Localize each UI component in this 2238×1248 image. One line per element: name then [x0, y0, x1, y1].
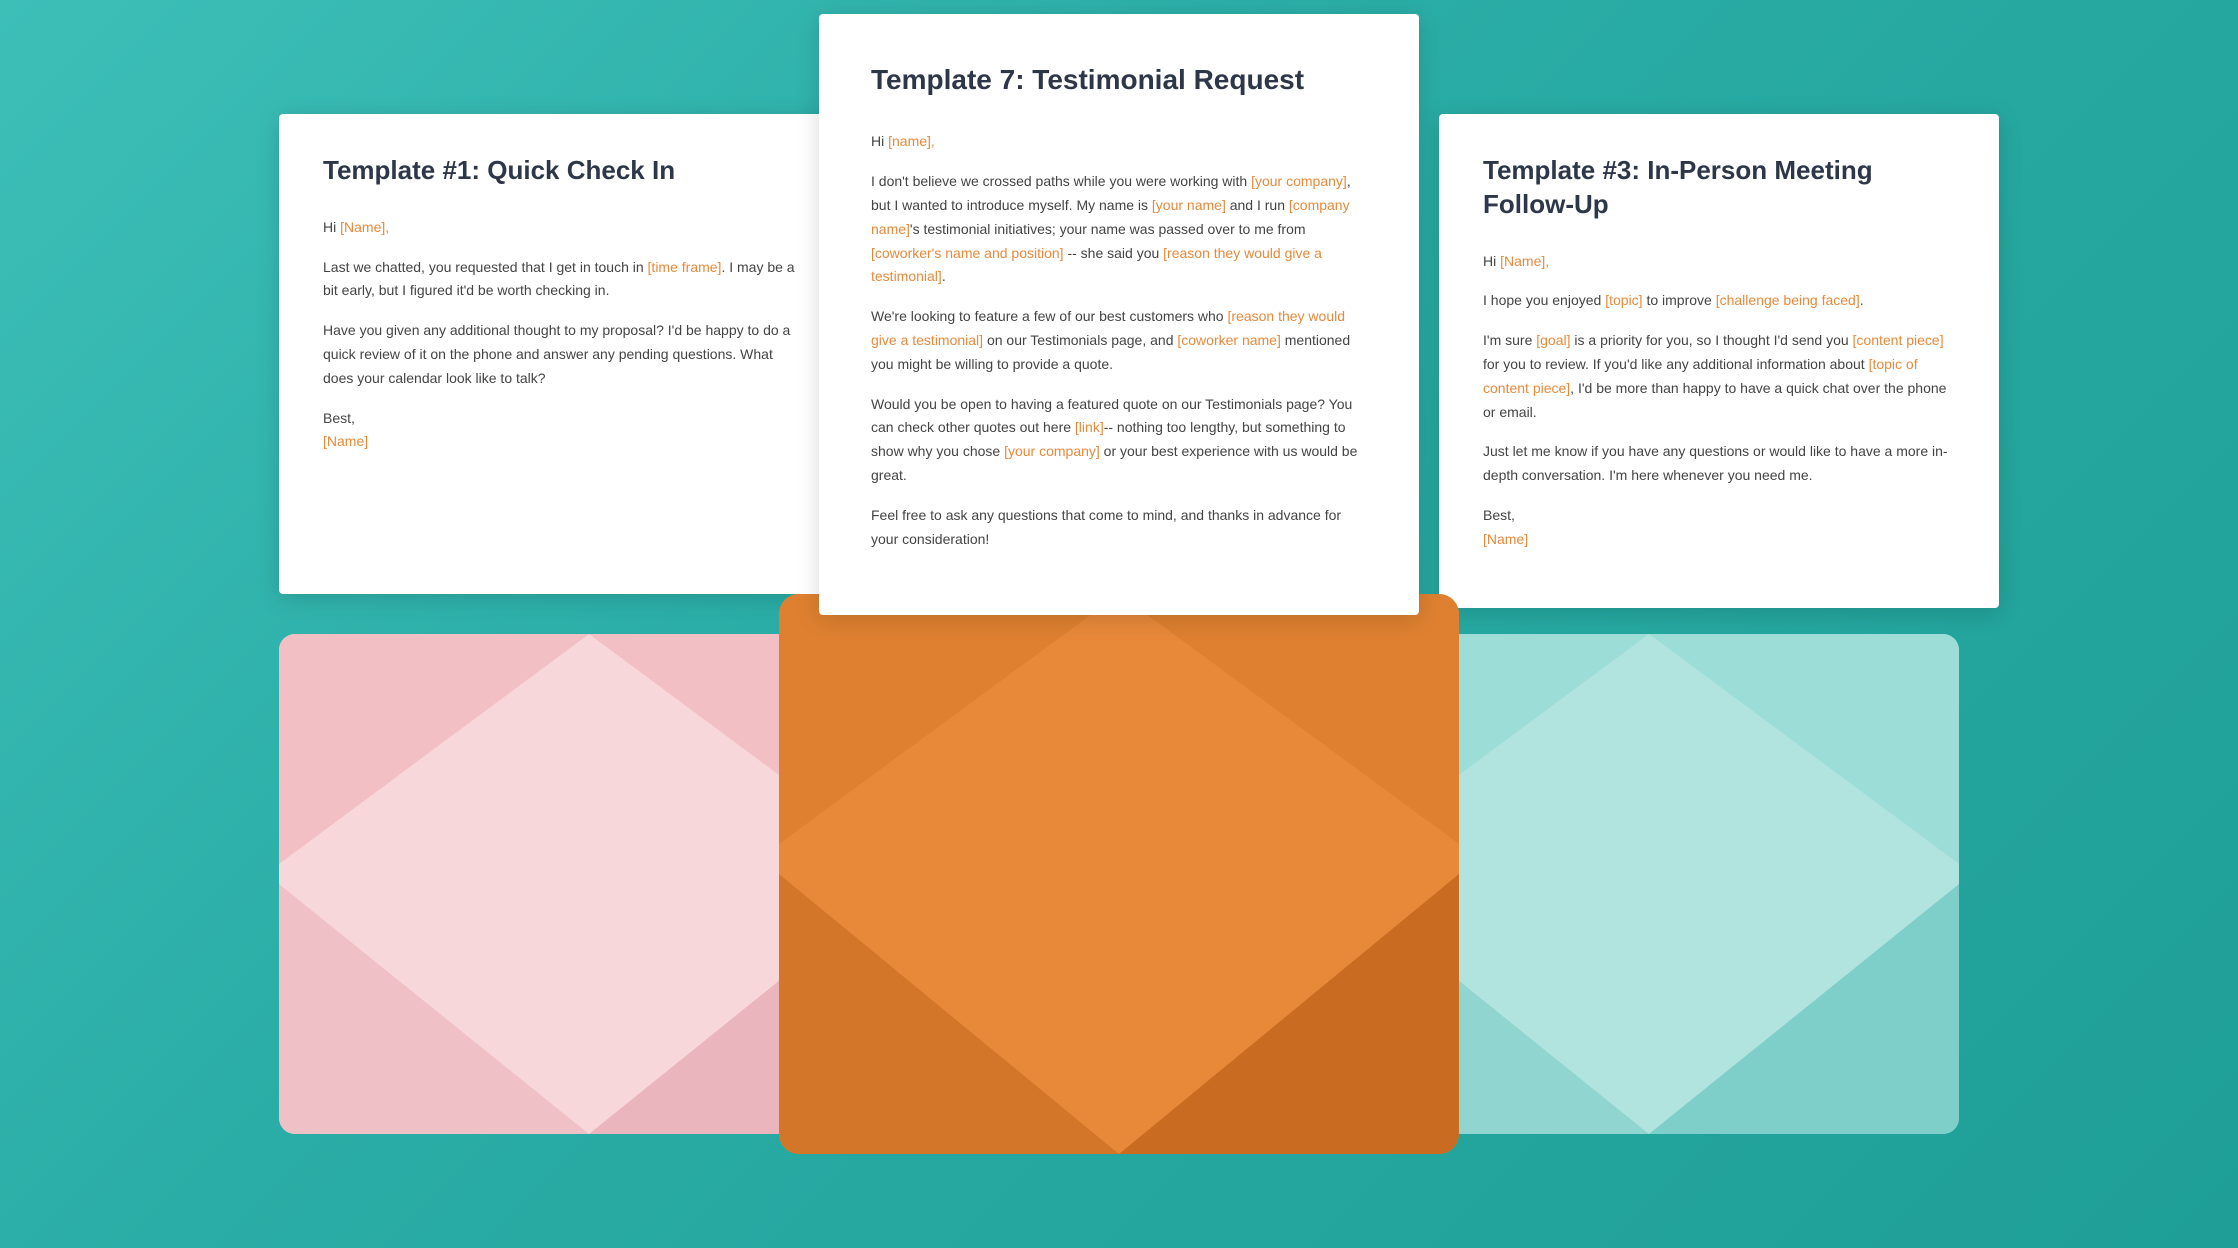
letter-left-p2: Have you given any additional thought to… — [323, 319, 795, 390]
placeholder-name-center: [name], — [888, 133, 935, 149]
letter-right-p1: I hope you enjoyed [topic] to improve [c… — [1483, 289, 1955, 313]
letter-right-signoff: Best, [Name] — [1483, 504, 1955, 552]
letter-card-right: Template #3: In-Person Meeting Follow-Up… — [1439, 114, 1999, 608]
placeholder-coworker-name-position: [coworker's name and position] — [871, 245, 1064, 261]
placeholder-your-name-1: [your name] — [1152, 197, 1226, 213]
placeholder-topic: [topic] — [1605, 292, 1642, 308]
letter-right-title: Template #3: In-Person Meeting Follow-Up — [1483, 154, 1955, 222]
placeholder-company-name: [company name] — [871, 197, 1350, 237]
placeholder-content-piece: [content piece] — [1853, 332, 1944, 348]
placeholder-link: [link] — [1075, 419, 1104, 435]
letter-right-p2: I'm sure [goal] is a priority for you, s… — [1483, 329, 1955, 424]
placeholder-your-company-1: [your company] — [1251, 173, 1347, 189]
letter-center-p2: We're looking to feature a few of our be… — [871, 305, 1367, 376]
letter-card-left: Template #1: Quick Check In Hi [Name], L… — [279, 114, 839, 594]
letter-center-p3: Would you be open to having a featured q… — [871, 393, 1367, 488]
placeholder-signoff-name-left: [Name] — [323, 433, 368, 449]
placeholder-time-frame: [time frame] — [648, 259, 722, 275]
placeholder-your-company-2: [your company] — [1004, 443, 1100, 459]
envelope-left-bottom-left-flap — [279, 884, 589, 1134]
letter-left-p1: Last we chatted, you requested that I ge… — [323, 256, 795, 304]
letter-center-title: Template 7: Testimonial Request — [871, 62, 1367, 98]
letter-center-p1: I don't believe we crossed paths while y… — [871, 170, 1367, 289]
placeholder-name-left: [Name], — [340, 219, 389, 235]
letter-center-salutation: Hi [name], — [871, 130, 1367, 154]
placeholder-goal: [goal] — [1536, 332, 1570, 348]
letter-right-body: Hi [Name], I hope you enjoyed [topic] to… — [1483, 250, 1955, 552]
letter-left-title: Template #1: Quick Check In — [323, 154, 795, 188]
envelope-right-bottom-right-flap — [1649, 884, 1959, 1134]
envelope-center-bottom-right-flap — [1119, 874, 1459, 1154]
letter-card-center: Template 7: Testimonial Request Hi [name… — [819, 14, 1419, 615]
scene: Template #1: Quick Check In Hi [Name], L… — [219, 74, 2019, 1174]
placeholder-name-right: [Name], — [1500, 253, 1549, 269]
envelope-center-bottom-left-flap — [779, 874, 1119, 1154]
envelope-center — [779, 594, 1459, 1154]
letter-center-p4: Feel free to ask any questions that come… — [871, 504, 1367, 552]
letter-right-salutation: Hi [Name], — [1483, 250, 1955, 274]
placeholder-topic-content: [topic of content piece] — [1483, 356, 1918, 396]
letter-right-p3: Just let me know if you have any questio… — [1483, 440, 1955, 488]
placeholder-challenge: [challenge being faced] — [1716, 292, 1860, 308]
envelope-center-wrapper — [779, 594, 1459, 1154]
placeholder-coworker-name: [coworker name] — [1177, 332, 1280, 348]
envelope-center-top-flap — [779, 594, 1459, 844]
letter-left-body: Hi [Name], Last we chatted, you requeste… — [323, 216, 795, 454]
letter-center-body: Hi [name], I don't believe we crossed pa… — [871, 130, 1367, 551]
letter-left-signoff: Best, [Name] — [323, 407, 795, 455]
placeholder-signoff-name-right: [Name] — [1483, 531, 1528, 547]
letter-left-salutation: Hi [Name], — [323, 216, 795, 240]
